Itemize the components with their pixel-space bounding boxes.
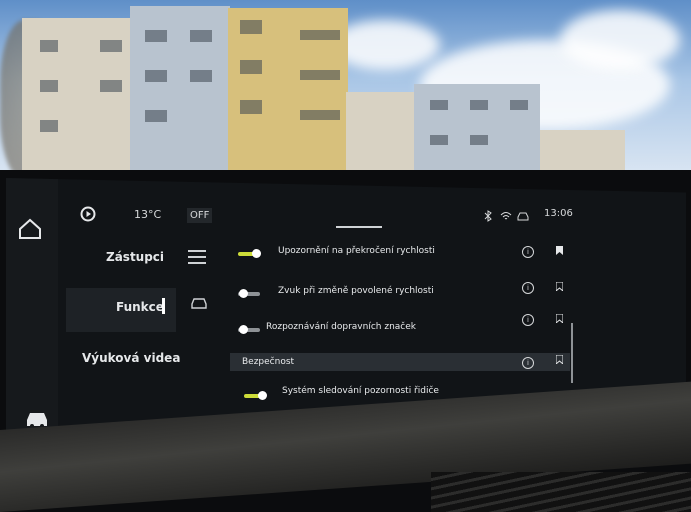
toggle-switch[interactable] [244, 391, 267, 400]
window [300, 70, 340, 80]
car-icon[interactable] [24, 410, 50, 428]
setting-label: Systém sledování pozornosti řidiče [282, 386, 439, 396]
window [470, 135, 488, 145]
window [100, 80, 122, 92]
setting-label: Upozornění na překročení rychlosti [278, 246, 435, 256]
car-status-icon [517, 212, 529, 221]
window [100, 40, 122, 52]
section-title: Bezpečnost [242, 357, 295, 367]
ac-state[interactable]: OFF [187, 208, 213, 223]
clock: 13:06 [544, 208, 573, 219]
window [145, 30, 167, 42]
bluetooth-icon [484, 210, 492, 222]
page-indicator [336, 226, 382, 228]
menu-item-shortcuts[interactable]: Zástupci [106, 250, 164, 264]
window [240, 100, 262, 114]
section-header: Bezpečnost i [230, 353, 570, 371]
window [510, 100, 528, 110]
info-icon[interactable]: i [522, 314, 534, 326]
window [145, 110, 167, 122]
window [40, 120, 58, 132]
window [145, 70, 167, 82]
setting-row[interactable]: Rozpoznávání dopravních značek i [230, 314, 570, 348]
info-icon[interactable]: i [522, 357, 534, 369]
wifi-icon [500, 212, 512, 220]
toggle-knob [239, 289, 248, 298]
car-outline-icon[interactable] [190, 296, 208, 310]
window [430, 100, 448, 110]
window [190, 30, 212, 42]
window [470, 100, 488, 110]
toggle-knob [252, 249, 261, 258]
play-circle-icon[interactable] [80, 206, 96, 222]
window [300, 110, 340, 120]
info-icon[interactable]: i [522, 246, 534, 258]
scrollbar[interactable] [571, 323, 573, 383]
window [240, 60, 262, 74]
menu-icon-line [188, 256, 206, 258]
selected-indicator [162, 298, 165, 314]
menu-icon-line [188, 262, 206, 264]
bookmark-icon[interactable] [556, 314, 563, 323]
air-vent [431, 472, 691, 512]
menu-icon-line [188, 250, 206, 252]
menu-item-functions[interactable]: Funkce [116, 300, 164, 314]
toggle-knob [239, 325, 248, 334]
menu-item-tutorial-videos[interactable]: Výuková videa [82, 351, 180, 365]
window [40, 40, 58, 52]
setting-row[interactable]: Zvuk při změně povolené rychlosti i [230, 278, 570, 312]
temperature-readout: 13°C [134, 208, 162, 221]
building [346, 92, 416, 180]
toggle-switch[interactable] [238, 325, 260, 334]
window [300, 30, 340, 40]
window [40, 80, 58, 92]
setting-label: Zvuk při změně povolené rychlosti [278, 286, 434, 296]
bookmark-icon[interactable] [556, 246, 563, 255]
toggle-knob [258, 391, 267, 400]
setting-label: Rozpoznávání dopravních značek [266, 322, 416, 332]
window [190, 70, 212, 82]
toggle-switch[interactable] [238, 249, 261, 258]
info-icon[interactable]: i [522, 282, 534, 294]
toggle-switch[interactable] [238, 289, 260, 298]
bookmark-icon[interactable] [556, 355, 563, 364]
cloud [560, 10, 680, 70]
window [240, 20, 262, 34]
setting-row[interactable]: Upozornění na překročení rychlosti i [230, 240, 570, 274]
window [430, 135, 448, 145]
home-icon[interactable] [18, 218, 42, 240]
building [414, 84, 540, 180]
bookmark-icon[interactable] [556, 282, 563, 291]
